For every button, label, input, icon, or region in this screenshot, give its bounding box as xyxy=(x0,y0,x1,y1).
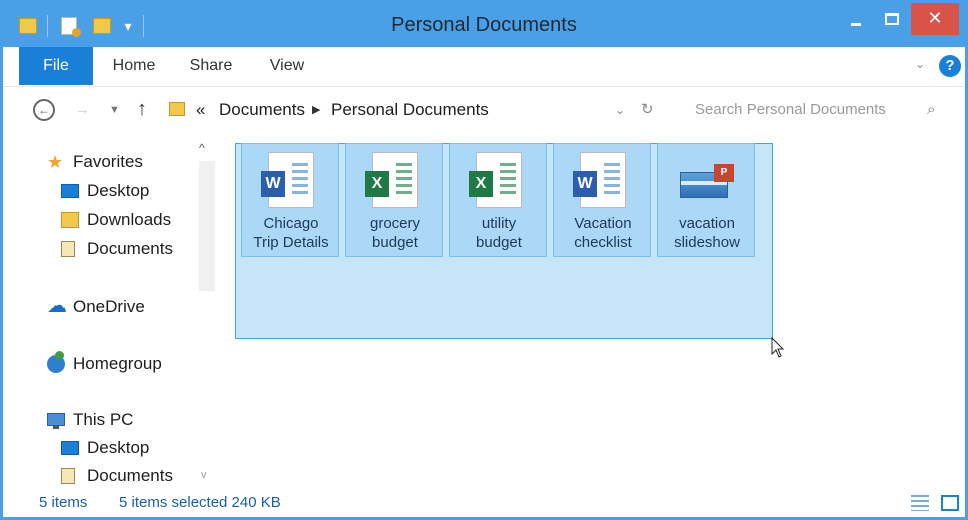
title-bar[interactable]: ▾ Personal Documents ✕ xyxy=(3,3,965,47)
onedrive-icon: ☁ xyxy=(47,295,67,317)
file-name-line: Chicago xyxy=(263,215,319,232)
up-button[interactable]: ↑ xyxy=(137,95,147,123)
file-name: grocery budget xyxy=(346,214,444,252)
file-name: utility budget xyxy=(450,214,548,252)
file-item[interactable]: P vacation slideshow xyxy=(657,143,755,257)
selection-info: 5 items selected 240 KB xyxy=(119,494,281,511)
file-name-line: slideshow xyxy=(674,234,740,251)
scroll-up-icon[interactable]: ^ xyxy=(199,141,205,155)
search-icon[interactable]: ⌕ xyxy=(927,99,935,121)
documents-icon xyxy=(61,468,75,484)
powerpoint-badge: P xyxy=(714,164,734,182)
scrollbar-track[interactable] xyxy=(199,161,215,291)
nav-label: Documents xyxy=(87,239,173,258)
word-badge: W xyxy=(261,171,285,197)
nav-label: OneDrive xyxy=(73,297,145,316)
forward-button[interactable]: → xyxy=(75,99,95,121)
tab-view[interactable]: View xyxy=(257,47,317,85)
item-count: 5 items xyxy=(39,494,88,511)
file-item[interactable]: X grocery budget xyxy=(345,143,443,257)
file-name: Vacation checklist xyxy=(554,214,652,252)
excel-badge: X xyxy=(469,171,493,197)
nav-label: Desktop xyxy=(87,181,150,200)
file-list: W Chicago Trip Details X grocery budget … xyxy=(235,143,775,339)
file-name-line: vacation xyxy=(679,215,735,232)
star-icon: ★ xyxy=(47,152,64,172)
scroll-down-icon[interactable]: v xyxy=(201,469,207,481)
nav-label: Documents xyxy=(87,466,173,485)
tab-home[interactable]: Home xyxy=(103,47,165,85)
breadcrumb-overflow[interactable]: « xyxy=(196,99,205,121)
downloads-icon xyxy=(61,212,79,228)
navigation-pane: ★ Favorites Desktop Downloads Documents … xyxy=(3,131,219,487)
search-input[interactable]: Search Personal Documents xyxy=(695,97,955,123)
file-name-line: grocery xyxy=(369,215,421,232)
breadcrumb-separator-icon[interactable]: ▶ xyxy=(312,99,320,121)
file-name-line: budget xyxy=(476,234,522,251)
refresh-icon[interactable]: ↻ xyxy=(641,99,654,121)
maximize-icon xyxy=(885,13,899,25)
excel-workbook-icon: X xyxy=(469,152,522,208)
help-icon[interactable]: ? xyxy=(939,55,961,77)
minimize-icon xyxy=(851,23,861,26)
homegroup-icon xyxy=(47,351,65,373)
desktop-icon xyxy=(61,184,79,198)
nav-label: This PC xyxy=(73,410,134,429)
nav-label: Desktop xyxy=(87,438,150,457)
file-name-line: Vacation xyxy=(574,215,632,232)
expand-ribbon-icon[interactable]: ⌄ xyxy=(915,57,925,71)
details-view-icon[interactable] xyxy=(911,495,929,511)
file-name-line: checklist xyxy=(574,234,632,251)
nav-label: Favorites xyxy=(73,152,143,171)
maximize-button[interactable] xyxy=(875,3,909,35)
address-row: ← → ▼ ↑ « Documents ▶ Personal Documents… xyxy=(3,87,965,131)
window-title: Personal Documents xyxy=(391,14,577,36)
file-name: vacation slideshow xyxy=(658,214,756,252)
nav-label: Downloads xyxy=(87,210,172,229)
folder-icon xyxy=(169,102,185,116)
powerpoint-presentation-icon: P xyxy=(680,164,736,202)
tab-share[interactable]: Share xyxy=(179,47,243,85)
status-bar: 5 items 5 items selected 240 KB xyxy=(3,489,965,517)
tab-file[interactable]: File xyxy=(19,47,93,85)
breadcrumb-personal-documents[interactable]: Personal Documents xyxy=(331,99,489,121)
file-name-line: utility xyxy=(481,215,517,232)
file-item[interactable]: W Chicago Trip Details xyxy=(241,143,339,257)
file-name-line: Trip Details xyxy=(253,234,329,251)
ribbon-tabs: File Home Share View ⌄ ? xyxy=(3,47,965,87)
address-dropdown-icon[interactable]: ⌄ xyxy=(615,99,625,121)
excel-workbook-icon: X xyxy=(365,152,418,208)
file-name-line: budget xyxy=(372,234,418,251)
recent-locations-icon[interactable]: ▼ xyxy=(109,99,120,121)
file-name: Chicago Trip Details xyxy=(242,214,340,252)
mouse-pointer-icon xyxy=(771,337,785,358)
large-icons-view-icon[interactable] xyxy=(941,495,959,511)
word-document-icon: W xyxy=(261,152,314,208)
file-explorer-window: ▾ Personal Documents ✕ File Home Share V… xyxy=(0,0,968,520)
desktop-icon xyxy=(61,441,79,455)
file-item[interactable]: X utility budget xyxy=(449,143,547,257)
word-badge: W xyxy=(573,171,597,197)
computer-icon xyxy=(47,413,65,429)
word-document-icon: W xyxy=(573,152,626,208)
nav-label: Homegroup xyxy=(73,354,162,373)
breadcrumb-documents[interactable]: Documents xyxy=(219,99,305,121)
documents-icon xyxy=(61,241,75,257)
minimize-button[interactable] xyxy=(839,3,873,35)
close-button[interactable]: ✕ xyxy=(911,3,959,35)
back-button[interactable]: ← xyxy=(33,99,55,121)
file-item[interactable]: W Vacation checklist xyxy=(553,143,651,257)
excel-badge: X xyxy=(365,171,389,197)
